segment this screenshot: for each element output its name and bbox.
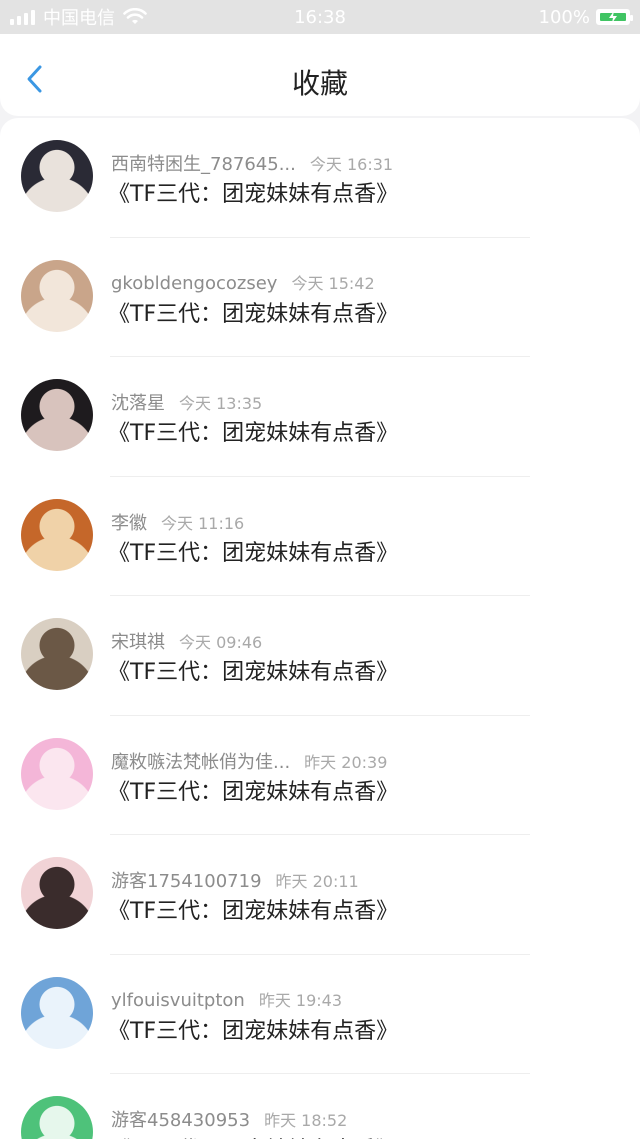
page-title: 收藏 xyxy=(291,67,348,100)
story-title[interactable]: 《TF三代：团宠妹妹有点香》 xyxy=(108,296,398,328)
item-meta: 李徽 今天 11:16 xyxy=(111,509,244,535)
item-meta: 魔敉嗾法梵帐俏为佳... 昨天 20:39 xyxy=(111,748,387,774)
user-name[interactable]: gkobldengocozsey xyxy=(111,273,277,294)
timestamp: 昨天 20:39 xyxy=(304,752,388,772)
timestamp: 今天 16:31 xyxy=(309,155,394,174)
timestamp: 今天 15:42 xyxy=(291,273,375,293)
user-name[interactable]: 李徽 xyxy=(111,513,147,534)
battery-icon xyxy=(596,9,633,25)
avatar[interactable] xyxy=(21,259,93,332)
item-meta: 沈落星 今天 13:35 xyxy=(111,389,262,415)
list-item[interactable]: gkobldengocozsey 今天 15:42 《TF三代：团宠妹妹有点香》 xyxy=(0,238,640,357)
story-title[interactable]: 《TF三代：团宠妹妹有点香》 xyxy=(108,176,398,208)
nav-bar: 收藏 xyxy=(0,34,640,116)
timestamp: 今天 13:35 xyxy=(179,394,263,413)
user-name[interactable]: ylfouisvuitpton xyxy=(111,990,245,1011)
list-item[interactable]: ylfouisvuitpton 昨天 19:43 《TF三代：团宠妹妹有点香》 xyxy=(0,955,640,1074)
status-left: 中国电信 xyxy=(0,4,147,30)
avatar[interactable] xyxy=(21,976,93,1049)
list-item[interactable]: 魔敉嗾法梵帐俏为佳... 昨天 20:39 《TF三代：团宠妹妹有点香》 xyxy=(0,716,640,835)
story-title[interactable]: 《TF三代：团宠妹妹有点香》 xyxy=(108,654,398,686)
avatar[interactable] xyxy=(21,140,93,212)
favorites-list: 西南特困生_787645... 今天 16:31 《TF三代：团宠妹妹有点香》 gko… xyxy=(0,118,640,1139)
avatar[interactable] xyxy=(21,498,93,571)
avatar[interactable] xyxy=(21,618,93,690)
timestamp: 昨天 18:52 xyxy=(264,1111,348,1130)
battery-percent: 100% xyxy=(538,6,590,28)
carrier-label: 中国电信 xyxy=(43,8,115,29)
avatar[interactable] xyxy=(21,857,93,929)
story-title[interactable]: 《TF三代：团宠妹妹有点香》 xyxy=(108,1132,398,1139)
list-item[interactable]: 游客458430953 昨天 18:52 《TF三代：团宠妹妹有点香》 xyxy=(0,1074,640,1139)
timestamp: 昨天 20:11 xyxy=(275,872,359,891)
user-name[interactable]: 宋琪祺 xyxy=(111,632,165,653)
status-right: 100% xyxy=(539,7,640,28)
list-item[interactable]: 宋琪祺 今天 09:46 《TF三代：团宠妹妹有点香》 xyxy=(0,596,640,716)
timestamp: 今天 09:46 xyxy=(179,633,263,652)
item-meta: 宋琪祺 今天 09:46 xyxy=(111,628,262,654)
avatar[interactable] xyxy=(21,1096,93,1139)
story-title[interactable]: 《TF三代：团宠妹妹有点香》 xyxy=(108,535,398,567)
wifi-icon xyxy=(123,8,147,24)
list-item[interactable]: 西南特困生_787645... 今天 16:31 《TF三代：团宠妹妹有点香》 xyxy=(0,118,640,238)
timestamp: 今天 11:16 xyxy=(161,513,245,533)
story-title[interactable]: 《TF三代：团宠妹妹有点香》 xyxy=(108,893,398,925)
user-name[interactable]: 西南特困生_787645... xyxy=(111,154,296,175)
signal-icon xyxy=(10,9,35,25)
item-meta: 西南特困生_787645... 今天 16:31 xyxy=(111,150,393,176)
item-meta: gkobldengocozsey 今天 15:42 xyxy=(111,270,375,294)
avatar[interactable] xyxy=(21,379,93,451)
user-name[interactable]: 游客1754100719 xyxy=(111,871,262,892)
story-title[interactable]: 《TF三代：团宠妹妹有点香》 xyxy=(108,415,398,447)
timestamp: 昨天 19:43 xyxy=(258,990,343,1010)
item-meta: ylfouisvuitpton 昨天 19:43 xyxy=(111,987,342,1011)
avatar[interactable] xyxy=(21,737,93,810)
list-item[interactable]: 游客1754100719 昨天 20:11 《TF三代：团宠妹妹有点香》 xyxy=(0,835,640,955)
user-name[interactable]: 游客458430953 xyxy=(111,1110,250,1131)
item-meta: 游客458430953 昨天 18:52 xyxy=(111,1106,347,1132)
story-title[interactable]: 《TF三代：团宠妹妹有点香》 xyxy=(108,1013,398,1045)
list-item[interactable]: 沈落星 今天 13:35 《TF三代：团宠妹妹有点香》 xyxy=(0,357,640,477)
user-name[interactable]: 沈落星 xyxy=(111,393,165,414)
status-bar: 中国电信 16:38 100% xyxy=(0,0,640,34)
story-title[interactable]: 《TF三代：团宠妹妹有点香》 xyxy=(108,774,398,806)
user-name[interactable]: 魔敉嗾法梵帐俏为佳... xyxy=(111,752,290,773)
list-item[interactable]: 李徽 今天 11:16 《TF三代：团宠妹妹有点香》 xyxy=(0,477,640,596)
item-meta: 游客1754100719 昨天 20:11 xyxy=(111,867,359,893)
